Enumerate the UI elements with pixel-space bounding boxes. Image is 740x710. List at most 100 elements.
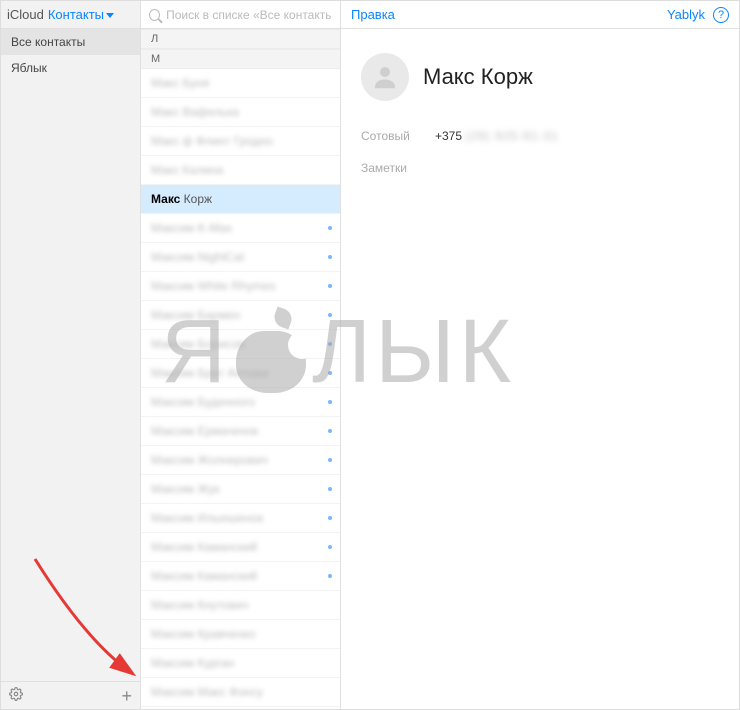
sidebar-footer: + xyxy=(1,681,140,709)
phone-rest: (29) 925-91-31 xyxy=(465,129,558,143)
search-input[interactable] xyxy=(166,8,332,22)
contact-first-name: Максим xyxy=(151,511,197,525)
phone-label: Сотовый xyxy=(361,129,421,143)
contact-first-name: Максим xyxy=(151,627,197,641)
notes-label: Заметки xyxy=(361,161,719,175)
contact-last-name: K-Max xyxy=(197,221,232,235)
status-dot xyxy=(328,458,332,462)
contact-row[interactable]: Максим NightCat xyxy=(141,243,340,272)
phone-prefix: +375 xyxy=(435,129,462,143)
contact-row[interactable]: Максим Брат Антажи xyxy=(141,359,340,388)
contact-last-name: Буденного xyxy=(197,395,255,409)
contact-first-name: Максим xyxy=(151,482,197,496)
contact-first-name: Максим xyxy=(151,308,197,322)
contact-first-name: Максим xyxy=(151,598,197,612)
contact-row[interactable]: Максим Ермаченок xyxy=(141,417,340,446)
status-dot xyxy=(328,284,332,288)
contact-name: Макс Корж xyxy=(423,64,533,90)
contact-first-name: Максим xyxy=(151,366,197,380)
contact-row[interactable]: Максим Кравченко xyxy=(141,620,340,649)
status-dot xyxy=(328,516,332,520)
contact-first-name: Макс xyxy=(151,105,183,119)
contact-first-name: Макс xyxy=(151,192,184,206)
contact-row[interactable]: Максим Макс Фэнсу xyxy=(141,678,340,707)
status-dot xyxy=(328,226,332,230)
contact-first-name: Максим xyxy=(151,395,197,409)
contact-row[interactable]: Максим K-Max xyxy=(141,214,340,243)
contact-last-name: NightCat xyxy=(197,250,244,264)
contact-row[interactable]: Макс ф Флинт Гродно xyxy=(141,127,340,156)
name-row: Макс Корж xyxy=(361,53,719,101)
contact-last-name: White Rhymes xyxy=(197,279,275,293)
section-label: Контакты xyxy=(48,7,104,22)
contact-first-name: Максим xyxy=(151,424,197,438)
contact-first-name: Макс xyxy=(151,163,183,177)
contact-row[interactable]: Макс Вафелька xyxy=(141,98,340,127)
contact-first-name: Макс xyxy=(151,76,183,90)
contact-row[interactable]: Максим Буденного xyxy=(141,388,340,417)
contact-last-name: Бармен xyxy=(197,308,240,322)
contact-row[interactable]: Максим Ильюшенок xyxy=(141,504,340,533)
contact-row[interactable]: Максим White Rhymes xyxy=(141,272,340,301)
contact-last-name: ф Флинт Гродно xyxy=(183,134,273,148)
contact-first-name: Максим xyxy=(151,656,197,670)
contact-last-name: Жук xyxy=(197,482,219,496)
contact-last-name: Макс Фэнсу xyxy=(197,685,262,699)
contact-list[interactable]: ЛММакс БуняМакс ВафелькаМакс ф Флинт Гро… xyxy=(141,29,340,709)
status-dot xyxy=(328,545,332,549)
status-dot xyxy=(328,313,332,317)
contact-row[interactable]: Макс Калина xyxy=(141,156,340,185)
status-dot xyxy=(328,255,332,259)
status-dot xyxy=(328,429,332,433)
yablyk-link[interactable]: Yablyk xyxy=(667,7,705,22)
contact-first-name: Максим xyxy=(151,221,197,235)
contact-row[interactable]: Макс Корж xyxy=(141,185,340,214)
person-icon xyxy=(370,62,400,92)
gear-icon[interactable] xyxy=(9,687,23,704)
contact-last-name: Корж xyxy=(184,192,212,206)
contact-last-name: Ильюшенок xyxy=(197,511,263,525)
contact-row[interactable]: Максим Малахов xyxy=(141,707,340,709)
status-dot xyxy=(328,371,332,375)
contact-last-name: Калина xyxy=(183,163,224,177)
section-header: М xyxy=(141,49,340,69)
help-icon[interactable]: ? xyxy=(713,7,729,23)
sidebar: iCloud Контакты Все контактыЯблык + xyxy=(1,1,141,709)
sidebar-group-item[interactable]: Яблык xyxy=(1,55,140,81)
contact-last-name: Кравченко xyxy=(197,627,255,641)
contact-last-name: Каманский xyxy=(197,540,257,554)
contact-first-name: Максим xyxy=(151,540,197,554)
contact-row[interactable]: Максим Борисов xyxy=(141,330,340,359)
section-header: Л xyxy=(141,29,340,49)
contact-last-name: Курган xyxy=(197,656,234,670)
app-window: iCloud Контакты Все контактыЯблык + ЛММа… xyxy=(0,0,740,710)
contact-first-name: Максим xyxy=(151,337,197,351)
contact-first-name: Максим xyxy=(151,685,197,699)
contact-row[interactable]: Макс Буня xyxy=(141,69,340,98)
contact-last-name: Каманский xyxy=(197,569,257,583)
status-dot xyxy=(328,342,332,346)
detail-body: Макс Корж Сотовый +375 (29) 925-91-31 За… xyxy=(341,29,739,199)
status-dot xyxy=(328,400,332,404)
edit-button[interactable]: Правка xyxy=(351,7,395,22)
status-dot xyxy=(328,487,332,491)
section-dropdown[interactable]: Контакты xyxy=(48,7,114,22)
contact-first-name: Максим xyxy=(151,279,197,293)
sidebar-group-item[interactable]: Все контакты xyxy=(1,29,140,55)
avatar xyxy=(361,53,409,101)
contact-row[interactable]: Максим Курган xyxy=(141,649,340,678)
contact-row[interactable]: Максим Жолнерович xyxy=(141,446,340,475)
contact-row[interactable]: Максим Бармен xyxy=(141,301,340,330)
contact-first-name: Макс xyxy=(151,134,183,148)
contact-row[interactable]: Максим Кнутович xyxy=(141,591,340,620)
search-row xyxy=(141,1,340,29)
search-icon xyxy=(149,9,160,21)
contact-row[interactable]: Максим Жук xyxy=(141,475,340,504)
contact-last-name: Брат Антажи xyxy=(197,366,268,380)
brand-label: iCloud xyxy=(7,7,44,22)
contact-row[interactable]: Максим Каманский xyxy=(141,533,340,562)
contact-row[interactable]: Максим Каманский xyxy=(141,562,340,591)
add-contact-button[interactable]: + xyxy=(121,689,132,703)
contact-first-name: Максим xyxy=(151,250,197,264)
detail-header: Правка Yablyk ? xyxy=(341,1,739,29)
